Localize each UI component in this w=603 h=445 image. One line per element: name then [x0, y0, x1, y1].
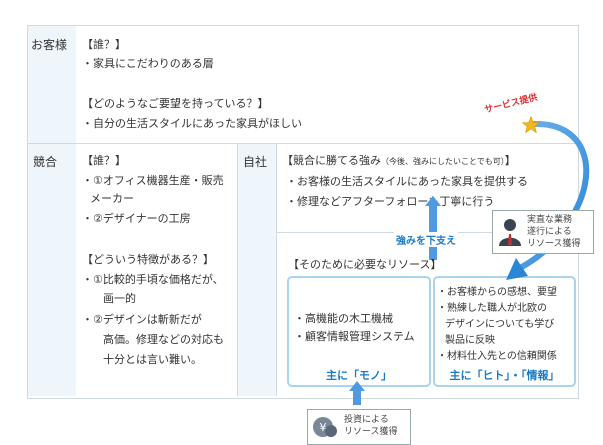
- person-icon: [499, 219, 521, 246]
- company-label-cell: [238, 144, 276, 396]
- work-badge-line: 実直な業務: [527, 215, 573, 225]
- col-divider-2: [276, 144, 277, 396]
- hito-item: ・お客様からの感想、要望: [437, 287, 557, 298]
- company-strength-item: ・お客様の生活スタイルにあった家具を提供する: [286, 175, 528, 188]
- hito-box-title: 主に「ヒト」・「情報」: [449, 369, 560, 382]
- competitor-features-header: 【どういう特徴がある？】: [82, 253, 214, 266]
- mono-item: ・顧客情報管理システム: [294, 330, 415, 343]
- competitor-feature-item: 画一的: [103, 292, 136, 305]
- customer-needs-header: 【どのようなご要望を持っている？】: [82, 97, 269, 110]
- competitor-who-item: ・②デザイナーの工房: [82, 212, 191, 225]
- resources-header: 【そのために必要なリソース】: [288, 258, 442, 271]
- invest-arrow: [349, 381, 365, 405]
- hito-item: ・熟練した職人が北欧の: [437, 303, 547, 314]
- strength-note: （今後、強みにしたいことでも可）: [381, 157, 505, 166]
- customer-needs-item: ・自分の生活スタイルにあった家具がほしい: [82, 117, 302, 130]
- competitor-who-header: 【誰？】: [82, 154, 126, 167]
- strength-header-text: 【競合に勝てる強み: [282, 154, 381, 167]
- mono-item: ・高機能の木工機械: [294, 312, 393, 325]
- support-arrow: [425, 196, 441, 260]
- row-divider: [28, 143, 577, 144]
- service-arrow: [506, 120, 590, 280]
- star-icon: [522, 116, 540, 134]
- competitor-label: 競合: [33, 155, 58, 169]
- svg-text:¥: ¥: [320, 421, 327, 434]
- work-badge-line: リソース獲得: [527, 239, 581, 249]
- hito-item: デザインについても学び: [445, 319, 555, 330]
- customer-who-header: 【誰？】: [82, 38, 126, 51]
- company-strength-header: 【競合に勝てる強み（今後、強みにしたいことでも可）】: [282, 152, 516, 168]
- yen-coin-icon: ¥: [313, 417, 337, 437]
- competitor-feature-item: ・①比較的手頃な価格だが、: [82, 273, 224, 286]
- company-strength-item: ・修理などアフターフォローも丁寧に行う: [286, 195, 495, 208]
- competitor-feature-item: 十分とは言い難い。: [103, 353, 202, 366]
- work-resource-badge: 実直な業務 遂行による リソース獲得: [492, 210, 594, 254]
- hito-item: 製品に反映: [445, 335, 495, 346]
- invest-badge-line: リソース獲得: [344, 427, 398, 437]
- competitor-who-item: ・①オフィス機器生産・販売: [82, 174, 224, 187]
- customer-who-item: ・家具にこだわりのある層: [82, 57, 214, 70]
- hito-item: ・材料仕入先との信頼関係: [437, 351, 557, 362]
- competitor-feature-item: ・②デザインは斬新だが: [82, 313, 202, 326]
- work-badge-line: 遂行による: [527, 227, 572, 237]
- competitor-label-cell: [28, 144, 76, 396]
- competitor-who-item: メーカー: [90, 192, 134, 205]
- invest-badge-line: 投資による: [344, 415, 389, 425]
- competitor-feature-item: 高価。修理などの対応も: [103, 333, 224, 346]
- customer-label: お客様: [31, 38, 68, 52]
- invest-resource-badge: ¥ 投資による リソース獲得: [307, 409, 411, 445]
- company-label: 自社: [243, 155, 268, 169]
- col-divider: [237, 144, 238, 396]
- support-label: 強みを下支え: [394, 232, 458, 247]
